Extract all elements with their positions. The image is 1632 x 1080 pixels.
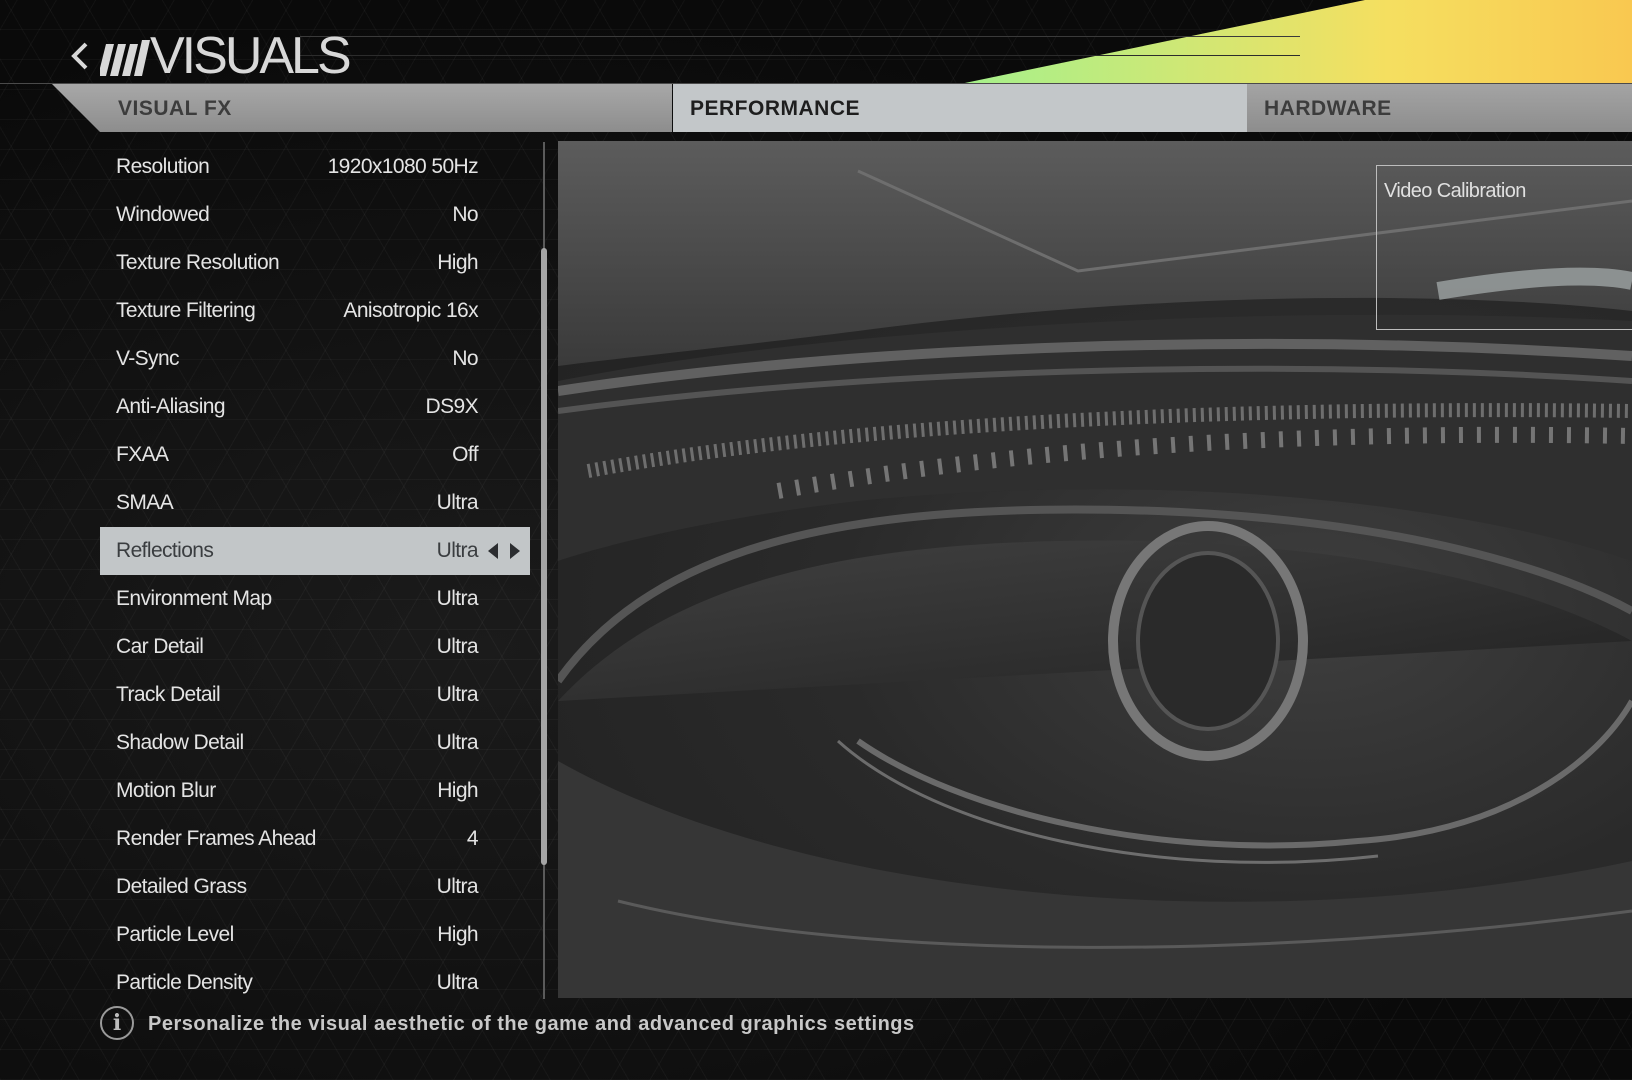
setting-label: V-Sync [116,347,180,370]
setting-reflections[interactable]: Reflections Ultra [100,527,530,575]
settings-list: Resolution 1920x1080 50Hz Windowed No Te… [100,143,530,1007]
tab-visual-fx[interactable]: VISUAL FX [52,84,672,132]
setting-windowed[interactable]: Windowed No [100,191,530,239]
setting-label: Resolution [116,155,210,178]
setting-value: Ultra [436,731,479,754]
setting-value: High [437,923,478,946]
setting-shadow-detail[interactable]: Shadow Detail Ultra [100,719,530,767]
setting-anti-aliasing[interactable]: Anti-Aliasing DS9X [100,383,530,431]
setting-smaa[interactable]: SMAA Ultra [100,479,530,527]
setting-value: 1920x1080 50Hz [327,155,479,178]
setting-render-frames-ahead[interactable]: Render Frames Ahead 4 [100,815,530,863]
setting-environment-map[interactable]: Environment Map Ultra [100,575,530,623]
setting-label: Texture Resolution [116,251,280,274]
setting-label: FXAA [116,443,169,466]
tab-label: PERFORMANCE [690,97,861,120]
back-button[interactable] [66,36,94,76]
setting-label: Windowed [116,203,210,226]
header-rule [300,36,1300,37]
setting-texture-filtering[interactable]: Texture Filtering Anisotropic 16x [100,287,530,335]
setting-label: Motion Blur [116,779,216,802]
setting-car-detail[interactable]: Car Detail Ultra [100,623,530,671]
setting-label: Car Detail [116,635,204,658]
setting-label: Environment Map [116,587,272,610]
setting-value: No [452,347,478,370]
tab-performance[interactable]: PERFORMANCE [673,84,1247,132]
setting-value: Off [452,443,478,466]
setting-v-sync[interactable]: V-Sync No [100,335,530,383]
setting-value: Anisotropic 16x [343,299,478,322]
page-title: VISUALS [150,27,352,85]
video-calibration-button[interactable]: Video Calibration [1376,165,1632,330]
tab-hardware[interactable]: HARDWARE [1247,84,1632,132]
setting-track-detail[interactable]: Track Detail Ultra [100,671,530,719]
chevron-left-icon [71,42,88,70]
setting-motion-blur[interactable]: Motion Blur High [100,767,530,815]
setting-value: Ultra [436,683,479,706]
scrollbar-thumb[interactable] [541,248,547,865]
setting-value: High [437,251,478,274]
setting-label: Particle Level [116,923,234,946]
setting-detailed-grass[interactable]: Detailed Grass Ultra [100,863,530,911]
setting-particle-density[interactable]: Particle Density Ultra [100,959,530,1007]
setting-fxaa[interactable]: FXAA Off [100,431,530,479]
tab-label: VISUAL FX [118,97,232,120]
setting-label: Reflections [116,539,214,562]
setting-label: Anti-Aliasing [116,395,226,418]
setting-label: SMAA [116,491,174,514]
setting-value: No [452,203,478,226]
setting-value: Ultra [436,587,479,610]
setting-particle-level[interactable]: Particle Level High [100,911,530,959]
setting-value: Ultra [436,635,479,658]
setting-value: High [437,779,478,802]
tab-label: HARDWARE [1264,97,1392,120]
setting-texture-resolution[interactable]: Texture Resolution High [100,239,530,287]
setting-value: Ultra [436,491,479,514]
setting-label: Shadow Detail [116,731,244,754]
footer-description: Personalize the visual aesthetic of the … [148,1013,915,1035]
setting-value: DS9X [425,395,479,418]
arrow-right-icon[interactable] [510,543,520,559]
setting-label: Particle Density [116,971,253,994]
setting-value: 4 [466,827,479,850]
setting-value: Ultra [436,539,479,562]
setting-resolution[interactable]: Resolution 1920x1080 50Hz [100,143,530,191]
setting-value: Ultra [436,971,479,994]
header-rule-secondary [300,55,1300,56]
setting-label: Track Detail [116,683,221,706]
setting-label: Render Frames Ahead [116,827,316,850]
arrow-left-icon[interactable] [488,543,498,559]
info-icon: i [100,1006,134,1040]
setting-label: Detailed Grass [116,875,247,898]
game-logo-icon [100,40,150,76]
setting-value: Ultra [436,875,479,898]
setting-label: Texture Filtering [116,299,256,322]
video-calibration-label: Video Calibration [1384,180,1526,202]
